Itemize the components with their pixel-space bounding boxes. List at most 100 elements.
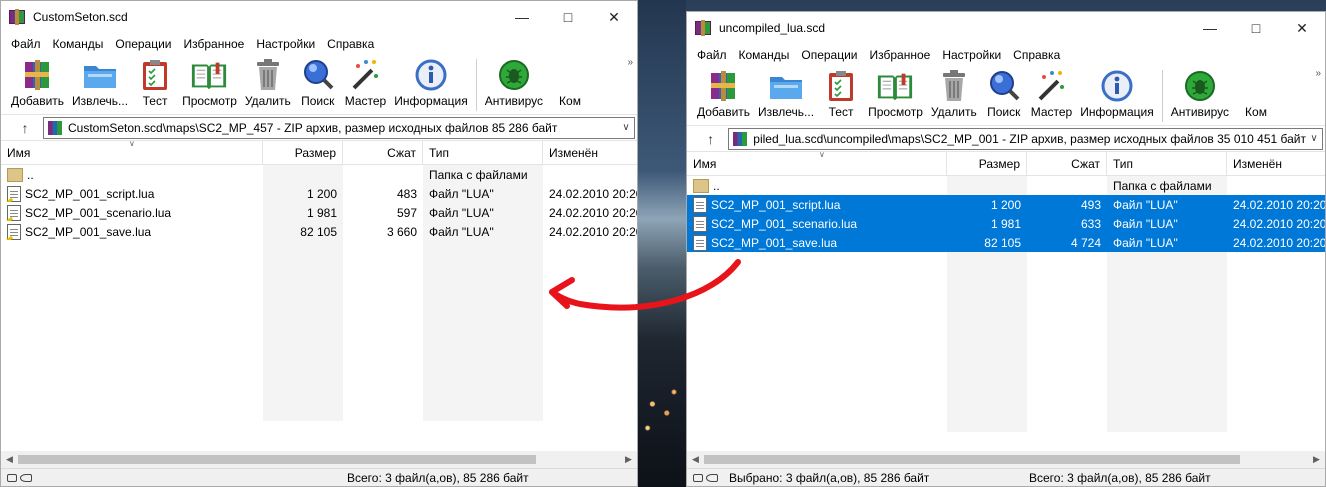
- list-item-parent[interactable]: .. Папка с файлами: [687, 176, 1325, 195]
- column-packed[interactable]: Сжат: [343, 140, 423, 165]
- archive-icon: [48, 120, 62, 135]
- wizard-button[interactable]: Мастер: [341, 55, 391, 113]
- menu-help[interactable]: Справка: [1007, 48, 1066, 62]
- view-button[interactable]: Просмотр: [864, 66, 927, 124]
- maximize-button[interactable]: □: [545, 1, 591, 33]
- column-modified[interactable]: Изменён: [1227, 152, 1325, 176]
- antivirus-bug-icon: [495, 57, 533, 93]
- extract-button[interactable]: Извлечь...: [68, 55, 132, 113]
- column-modified[interactable]: Изменён: [543, 141, 637, 165]
- add-button[interactable]: Добавить: [693, 66, 754, 124]
- column-type[interactable]: Тип: [423, 140, 543, 165]
- close-button[interactable]: ✕: [1279, 12, 1325, 44]
- title-bar[interactable]: uncompiled_lua.scd — □ ✕: [687, 12, 1325, 44]
- scroll-thumb[interactable]: [704, 455, 1240, 464]
- list-item-selected[interactable]: SC2_MP_001_scenario.lua 1 981 633 Файл "…: [687, 214, 1325, 233]
- path-combobox[interactable]: CustomSeton.scd\maps\SC2_MP_457 - ZIP ар…: [43, 116, 635, 139]
- menu-file[interactable]: Файл: [691, 48, 733, 62]
- delete-button[interactable]: Удалить: [241, 55, 295, 113]
- column-type[interactable]: Тип: [1107, 151, 1227, 176]
- add-archive-icon: [19, 57, 57, 93]
- maximize-button[interactable]: □: [1233, 12, 1279, 44]
- file-modified: 24.02.2010 20:20: [549, 186, 637, 201]
- antivirus-label: Антивирус: [1170, 105, 1230, 119]
- menu-favorites[interactable]: Избранное: [864, 48, 937, 62]
- test-button[interactable]: Тест: [132, 55, 178, 113]
- horizontal-scrollbar[interactable]: ◀ ▶: [1, 451, 637, 468]
- find-button[interactable]: Поиск: [981, 66, 1027, 124]
- title-bar[interactable]: CustomSeton.scd — □ ✕: [1, 1, 637, 33]
- path-combobox[interactable]: piled_lua.scd\uncompiled\maps\SC2_MP_001…: [728, 127, 1323, 150]
- file-size: 1 200: [306, 186, 337, 201]
- close-button[interactable]: ✕: [591, 1, 637, 33]
- menu-favorites[interactable]: Избранное: [178, 37, 251, 51]
- toolbar-overflow-icon[interactable]: »: [1315, 68, 1321, 79]
- info-button[interactable]: Информация: [390, 55, 471, 113]
- column-packed[interactable]: Сжат: [1027, 151, 1107, 176]
- disk-key-icon[interactable]: [7, 473, 37, 483]
- up-arrow-icon[interactable]: ↑: [7, 120, 43, 136]
- comment-icon: [1237, 68, 1275, 104]
- list-item-selected[interactable]: SC2_MP_001_save.lua 82 105 4 724 Файл "L…: [687, 233, 1325, 252]
- sort-caret-icon: ∨: [819, 150, 825, 159]
- scroll-left-icon[interactable]: ◀: [687, 454, 704, 465]
- parent-type: Папка с файлами: [1113, 178, 1212, 193]
- extract-label: Извлечь...: [72, 94, 129, 108]
- chevron-down-icon[interactable]: ∨: [618, 122, 634, 133]
- wizard-wand-icon: [1032, 68, 1070, 104]
- lua-file-icon: [7, 223, 21, 240]
- menu-file[interactable]: Файл: [5, 37, 47, 51]
- delete-button[interactable]: Удалить: [927, 66, 981, 124]
- antivirus-button[interactable]: Антивирус: [1167, 66, 1233, 124]
- winrar-window-right: uncompiled_lua.scd — □ ✕ Файл Команды Оп…: [686, 11, 1326, 487]
- column-size[interactable]: Размер: [263, 140, 343, 165]
- menu-settings[interactable]: Настройки: [250, 37, 321, 51]
- scroll-left-icon[interactable]: ◀: [1, 454, 18, 465]
- list-item[interactable]: SC2_MP_001_save.lua 82 105 3 660 Файл "L…: [1, 222, 637, 241]
- column-size[interactable]: Размер: [947, 151, 1027, 176]
- parent-name: ..: [27, 167, 34, 182]
- comment-button[interactable]: Ком: [547, 55, 593, 113]
- parent-name: ..: [713, 178, 720, 193]
- comment-button[interactable]: Ком: [1233, 66, 1279, 124]
- horizontal-scrollbar[interactable]: ◀ ▶: [687, 451, 1325, 468]
- list-item-parent[interactable]: .. Папка с файлами: [1, 165, 637, 184]
- column-name[interactable]: Имя: [687, 151, 947, 176]
- menu-operations[interactable]: Операции: [109, 37, 177, 51]
- disk-key-icon[interactable]: [693, 473, 723, 483]
- antivirus-button[interactable]: Антивирус: [481, 55, 547, 113]
- list-item[interactable]: SC2_MP_001_scenario.lua 1 981 597 Файл "…: [1, 203, 637, 222]
- scroll-right-icon[interactable]: ▶: [1308, 454, 1325, 465]
- comment-icon: [551, 57, 589, 93]
- file-packed: 597: [396, 205, 417, 220]
- menu-commands[interactable]: Команды: [733, 48, 796, 62]
- chevron-down-icon[interactable]: ∨: [1306, 133, 1322, 144]
- minimize-button[interactable]: —: [499, 1, 545, 33]
- toolbar-separator: [1161, 70, 1163, 122]
- extract-button[interactable]: Извлечь...: [754, 66, 818, 124]
- find-button[interactable]: Поиск: [295, 55, 341, 113]
- list-item[interactable]: SC2_MP_001_script.lua 1 200 483 Файл "LU…: [1, 184, 637, 203]
- view-label: Просмотр: [182, 94, 237, 108]
- info-icon: [412, 57, 450, 93]
- list-item-selected[interactable]: SC2_MP_001_script.lua 1 200 493 Файл "LU…: [687, 195, 1325, 214]
- menu-help[interactable]: Справка: [321, 37, 380, 51]
- lua-file-icon: [7, 204, 21, 221]
- antivirus-bug-icon: [1181, 68, 1219, 104]
- scroll-right-icon[interactable]: ▶: [620, 454, 637, 465]
- status-total: Всего: 3 файл(а,ов), 85 286 байт: [347, 470, 529, 485]
- toolbar-overflow-icon[interactable]: »: [627, 57, 633, 68]
- menu-commands[interactable]: Команды: [47, 37, 110, 51]
- view-button[interactable]: Просмотр: [178, 55, 241, 113]
- menu-settings[interactable]: Настройки: [936, 48, 1007, 62]
- menu-operations[interactable]: Операции: [795, 48, 863, 62]
- wizard-button[interactable]: Мастер: [1027, 66, 1077, 124]
- minimize-button[interactable]: —: [1187, 12, 1233, 44]
- test-button[interactable]: Тест: [818, 66, 864, 124]
- winrar-app-icon: [695, 20, 711, 36]
- scroll-thumb[interactable]: [18, 455, 536, 464]
- info-button[interactable]: Информация: [1076, 66, 1157, 124]
- parent-type: Папка с файлами: [429, 167, 528, 182]
- up-arrow-icon[interactable]: ↑: [693, 131, 728, 147]
- add-button[interactable]: Добавить: [7, 55, 68, 113]
